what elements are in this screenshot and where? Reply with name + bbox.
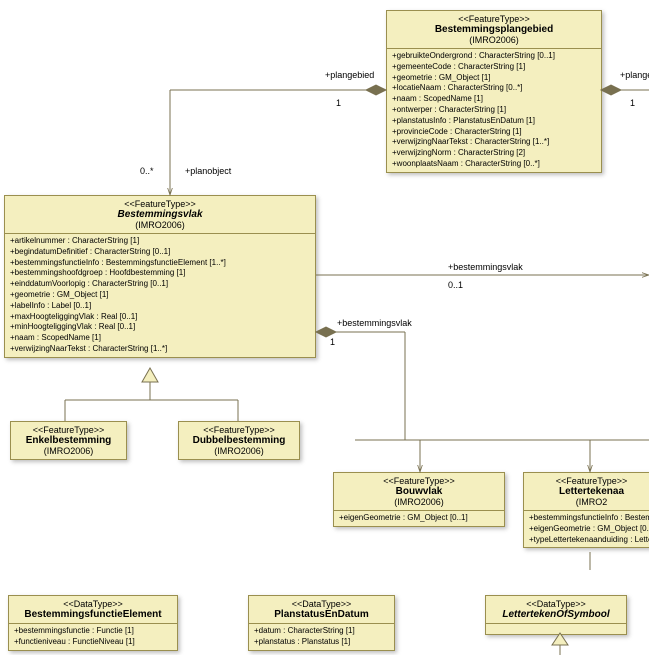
label-one-plangebied: 1 xyxy=(336,98,341,108)
class-header: <<FeatureType>> Bestemmingsvlak (IMRO200… xyxy=(5,196,315,234)
class-attributes: +datum : CharacterString [1] +planstatus… xyxy=(249,624,394,650)
class-attributes: +eigenGeometrie : GM_Object [0..1] xyxy=(334,511,504,526)
label-plange: +plange xyxy=(620,70,649,80)
label-plangebied: +plangebied xyxy=(325,70,374,80)
attr: +naam : ScopedName [1] xyxy=(10,333,310,344)
attr: +verwijzingNaarTekst : CharacterString [… xyxy=(392,137,596,148)
class-name: BestemmingsfunctieElement xyxy=(15,609,171,620)
class-package: (IMRO2006) xyxy=(17,446,120,456)
class-attributes: +bestemmingsfunctieInfo : Bestemm +eigen… xyxy=(524,511,649,547)
attr: +geometrie : GM_Object [1] xyxy=(392,73,596,84)
class-attributes: +artikelnummer : CharacterString [1] +be… xyxy=(5,234,315,357)
attr: +typeLettertekenaanduiding : Letter xyxy=(529,535,649,546)
class-name: Dubbelbestemming xyxy=(185,435,293,446)
label-bestemmingsvlak-1: +bestemmingsvlak xyxy=(448,262,523,272)
class-package: (IMRO2006) xyxy=(11,220,309,230)
class-header: <<FeatureType>> Enkelbestemming (IMRO200… xyxy=(11,422,126,459)
class-attributes: +bestemmingsfunctie : Functie [1] +funct… xyxy=(9,624,177,650)
class-name: Bestemmingsplangebied xyxy=(393,24,595,35)
attr: +bestemmingsfunctieInfo : Bestemmingsfun… xyxy=(10,258,310,269)
class-header: <<FeatureType>> Dubbelbestemming (IMRO20… xyxy=(179,422,299,459)
attr: +labelInfo : Label [0..1] xyxy=(10,301,310,312)
attr: +eigenGeometrie : GM_Object [0..1 xyxy=(529,524,649,535)
class-name: Enkelbestemming xyxy=(17,435,120,446)
attr: +einddatumVoorlopig : CharacterString [0… xyxy=(10,279,310,290)
class-package: (IMRO2006) xyxy=(393,35,595,45)
attr: +geometrie : GM_Object [1] xyxy=(10,290,310,301)
class-lettertekenaa[interactable]: <<FeatureType>> Lettertekenaa (IMRO2 +be… xyxy=(523,472,649,548)
label-one-plange: 1 xyxy=(630,98,635,108)
attr: +planstatus : Planstatus [1] xyxy=(254,637,389,648)
stereotype: <<FeatureType>> xyxy=(17,425,120,435)
class-name: PlanstatusEnDatum xyxy=(255,609,388,620)
attr: +begindatumDefinitief : CharacterString … xyxy=(10,247,310,258)
stereotype: <<FeatureType>> xyxy=(393,14,595,24)
attr: +naam : ScopedName [1] xyxy=(392,94,596,105)
class-package: (IMRO2006) xyxy=(340,497,498,507)
attr: +eigenGeometrie : GM_Object [0..1] xyxy=(339,513,499,524)
class-name: LettertekenOfSymbool xyxy=(492,609,620,620)
attr: +gemeenteCode : CharacterString [1] xyxy=(392,62,596,73)
class-bestemmingsvlak[interactable]: <<FeatureType>> Bestemmingsvlak (IMRO200… xyxy=(4,195,316,358)
attr: +verwijzingNaarTekst : CharacterString [… xyxy=(10,344,310,355)
class-header: <<DataType>> BestemmingsfunctieElement xyxy=(9,596,177,624)
attr: +bestemmingsfunctie : Functie [1] xyxy=(14,626,172,637)
class-header: <<FeatureType>> Bouwvlak (IMRO2006) xyxy=(334,473,504,511)
class-enkelbestemming[interactable]: <<FeatureType>> Enkelbestemming (IMRO200… xyxy=(10,421,127,460)
class-attributes xyxy=(486,624,626,634)
label-one-bv: 1 xyxy=(330,337,335,347)
class-bestemmingsplangebied[interactable]: <<FeatureType>> Bestemmingsplangebied (I… xyxy=(386,10,602,173)
attr: +maxHoogteliggingVlak : Real [0..1] xyxy=(10,312,310,323)
class-attributes: +gebruikteOndergrond : CharacterString [… xyxy=(387,49,601,172)
class-name: Bouwvlak xyxy=(340,486,498,497)
attr: +minHoogteliggingVlak : Real [0..1] xyxy=(10,322,310,333)
class-package: (IMRO2006) xyxy=(185,446,293,456)
stereotype: <<DataType>> xyxy=(255,599,388,609)
class-header: <<FeatureType>> Lettertekenaa (IMRO2 xyxy=(524,473,649,511)
attr: +verwijzingNorm : CharacterString [2] xyxy=(392,148,596,159)
class-planstatusendatum[interactable]: <<DataType>> PlanstatusEnDatum +datum : … xyxy=(248,595,395,651)
class-header: <<DataType>> LettertekenOfSymbool xyxy=(486,596,626,624)
label-planobject: +planobject xyxy=(185,166,231,176)
label-zero-one: 0..1 xyxy=(448,280,463,290)
class-dubbelbestemming[interactable]: <<FeatureType>> Dubbelbestemming (IMRO20… xyxy=(178,421,300,460)
stereotype: <<FeatureType>> xyxy=(340,476,498,486)
label-bestemmingsvlak-2: +bestemmingsvlak xyxy=(337,318,412,328)
class-lettertekenofsymbool[interactable]: <<DataType>> LettertekenOfSymbool xyxy=(485,595,627,635)
attr: +planstatusInfo : PlanstatusEnDatum [1] xyxy=(392,116,596,127)
class-name: Lettertekenaa xyxy=(530,486,649,497)
class-package: (IMRO2 xyxy=(530,497,649,507)
attr: +locatieNaam : CharacterString [0..*] xyxy=(392,83,596,94)
stereotype: <<FeatureType>> xyxy=(11,199,309,209)
attr: +ontwerper : CharacterString [1] xyxy=(392,105,596,116)
stereotype: <<DataType>> xyxy=(15,599,171,609)
class-bouwvlak[interactable]: <<FeatureType>> Bouwvlak (IMRO2006) +eig… xyxy=(333,472,505,527)
label-zero-many: 0..* xyxy=(140,166,154,176)
attr: +provincieCode : CharacterString [1] xyxy=(392,127,596,138)
stereotype: <<DataType>> xyxy=(492,599,620,609)
attr: +datum : CharacterString [1] xyxy=(254,626,389,637)
attr: +gebruikteOndergrond : CharacterString [… xyxy=(392,51,596,62)
attr: +bestemmingsfunctieInfo : Bestemm xyxy=(529,513,649,524)
stereotype: <<FeatureType>> xyxy=(185,425,293,435)
class-name: Bestemmingsvlak xyxy=(11,209,309,220)
class-bestemmingsfunctieelement[interactable]: <<DataType>> BestemmingsfunctieElement +… xyxy=(8,595,178,651)
attr: +bestemmingshoofdgroep : Hoofdbestemming… xyxy=(10,268,310,279)
class-header: <<DataType>> PlanstatusEnDatum xyxy=(249,596,394,624)
stereotype: <<FeatureType>> xyxy=(530,476,649,486)
attr: +functieniveau : FunctieNiveau [1] xyxy=(14,637,172,648)
attr: +artikelnummer : CharacterString [1] xyxy=(10,236,310,247)
class-header: <<FeatureType>> Bestemmingsplangebied (I… xyxy=(387,11,601,49)
attr: +woonplaatsNaam : CharacterString [0..*] xyxy=(392,159,596,170)
